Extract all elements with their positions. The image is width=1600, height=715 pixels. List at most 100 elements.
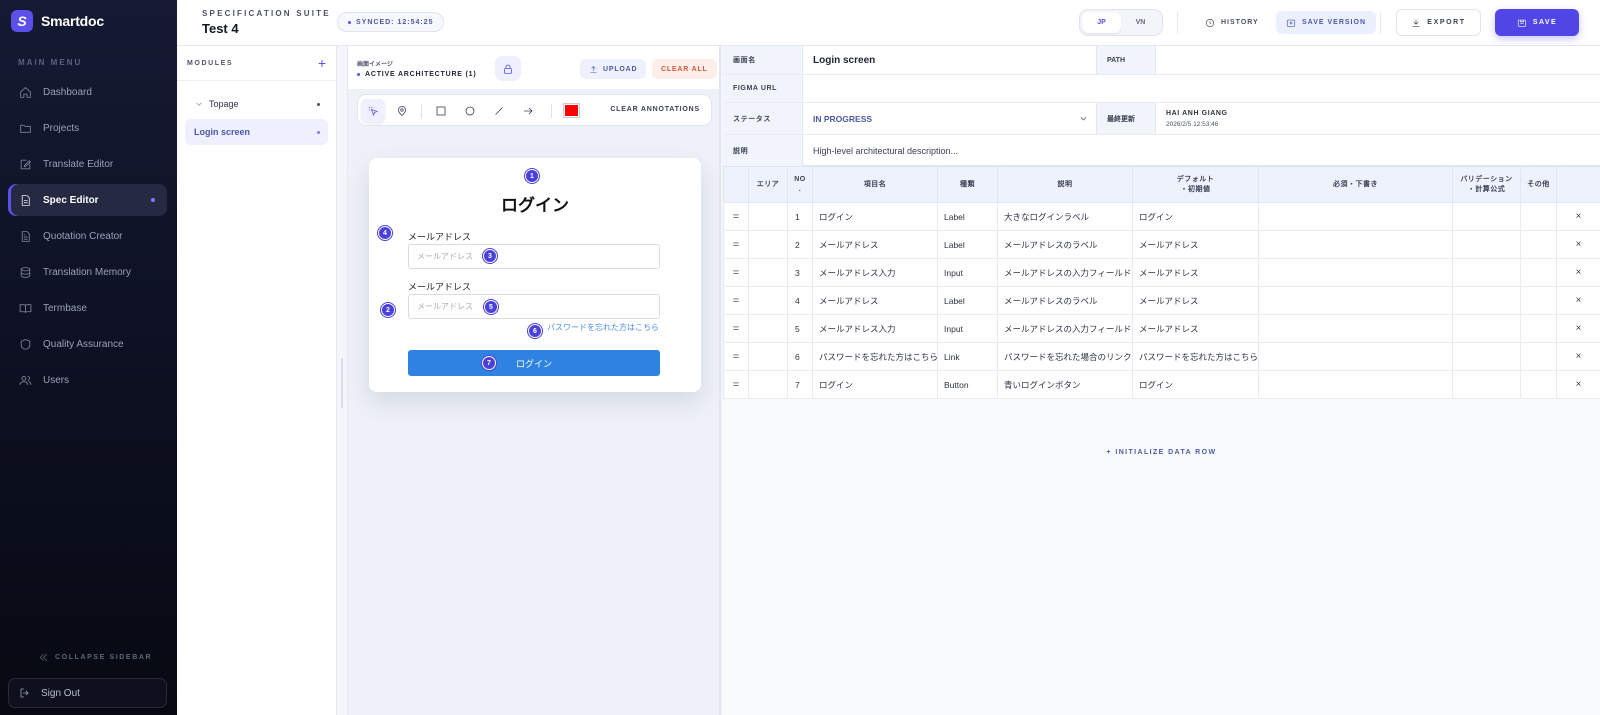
cell-required[interactable] — [1258, 314, 1453, 343]
cell-default[interactable]: ログイン — [1132, 202, 1259, 231]
clear-all-button[interactable]: CLEAR ALL — [652, 59, 717, 79]
cell-validation[interactable] — [1452, 286, 1521, 315]
drag-handle-icon[interactable]: = — [723, 258, 749, 287]
cell-type[interactable]: Input — [937, 258, 998, 287]
sidebar-item-quotation-creator[interactable]: Quotation Creator — [8, 220, 167, 252]
line-tool-button[interactable] — [487, 99, 511, 123]
cell-default[interactable]: メールアドレス — [1132, 230, 1259, 259]
annotation-marker[interactable]: 3 — [483, 249, 497, 263]
delete-row-button[interactable]: × — [1556, 314, 1600, 343]
cell-validation[interactable] — [1452, 342, 1521, 371]
drag-handle-icon[interactable]: = — [723, 314, 749, 343]
cell-description[interactable]: メールアドレスのラベル — [997, 286, 1133, 315]
cell-validation[interactable] — [1452, 230, 1521, 259]
save-button[interactable]: SAVE — [1495, 9, 1579, 36]
table-row[interactable]: = 2 メールアドレス Label メールアドレスのラベル メールアドレス × — [723, 230, 1600, 259]
cell-validation[interactable] — [1452, 202, 1521, 231]
delete-row-button[interactable]: × — [1556, 202, 1600, 231]
cell-description[interactable]: メールアドレスの入力フィールド — [997, 258, 1133, 287]
export-button[interactable]: EXPORT — [1396, 9, 1481, 36]
annotation-marker[interactable]: 7 — [482, 356, 496, 370]
cell-other[interactable] — [1520, 258, 1557, 287]
cell-item-name[interactable]: ログイン — [812, 370, 938, 399]
cell-default[interactable]: ログイン — [1132, 370, 1259, 399]
select-tool-button[interactable] — [361, 99, 385, 123]
sidebar-item-quality-assurance[interactable]: Quality Assurance — [8, 328, 167, 360]
table-row[interactable]: = 1 ログイン Label 大きなログインラベル ログイン × — [723, 202, 1600, 231]
cell-no[interactable]: 5 — [787, 314, 813, 343]
sidebar-item-spec-editor[interactable]: Spec Editor — [8, 184, 167, 216]
cell-area[interactable] — [748, 202, 788, 231]
status-select[interactable]: IN PROGRESS — [803, 103, 1096, 134]
cell-description[interactable]: パスワードを忘れた場合のリンク — [997, 342, 1133, 371]
sidebar-item-termbase[interactable]: Termbase — [8, 292, 167, 324]
cell-area[interactable] — [748, 342, 788, 371]
cell-type[interactable]: Label — [937, 286, 998, 315]
cell-area[interactable] — [748, 286, 788, 315]
cell-description[interactable]: 大きなログインラベル — [997, 202, 1133, 231]
cell-other[interactable] — [1520, 286, 1557, 315]
cell-area[interactable] — [748, 370, 788, 399]
cell-validation[interactable] — [1452, 258, 1521, 287]
cell-other[interactable] — [1520, 230, 1557, 259]
drag-handle-icon[interactable]: = — [723, 370, 749, 399]
path-field[interactable] — [1156, 46, 1600, 74]
cell-description[interactable]: メールアドレスのラベル — [997, 230, 1133, 259]
drag-handle-icon[interactable]: = — [723, 230, 749, 259]
lang-jp-button[interactable]: JP — [1082, 12, 1121, 33]
collapse-sidebar-button[interactable]: COLLAPSE SIDEBAR — [38, 652, 152, 663]
sidebar-item-users[interactable]: Users — [8, 364, 167, 396]
delete-row-button[interactable]: × — [1556, 230, 1600, 259]
table-row[interactable]: = 5 メールアドレス入力 Input メールアドレスの入力フィールド メールアドレス × — [723, 314, 1600, 343]
upload-button[interactable]: UPLOAD — [580, 59, 647, 79]
table-row[interactable]: = 3 メールアドレス入力 Input メールアドレスの入力フィールド メールアドレス × — [723, 258, 1600, 287]
cell-area[interactable] — [748, 258, 788, 287]
cell-other[interactable] — [1520, 314, 1557, 343]
cell-no[interactable]: 3 — [787, 258, 813, 287]
panel-resize-handle[interactable] — [341, 358, 343, 408]
delete-row-button[interactable]: × — [1556, 342, 1600, 371]
cell-no[interactable]: 7 — [787, 370, 813, 399]
rectangle-tool-button[interactable] — [429, 99, 453, 123]
cell-type[interactable]: Label — [937, 202, 998, 231]
cell-no[interactable]: 1 — [787, 202, 813, 231]
sign-out-button[interactable]: Sign Out — [8, 678, 167, 708]
cell-validation[interactable] — [1452, 370, 1521, 399]
delete-row-button[interactable]: × — [1556, 258, 1600, 287]
cell-description[interactable]: 青いログインボタン — [997, 370, 1133, 399]
drag-handle-icon[interactable]: = — [723, 202, 749, 231]
screen-name-field[interactable]: Login screen — [803, 46, 1096, 74]
cell-type[interactable]: Button — [937, 370, 998, 399]
add-module-button[interactable]: + — [318, 56, 326, 70]
sidebar-item-dashboard[interactable]: Dashboard — [8, 76, 167, 108]
drag-handle-icon[interactable]: = — [723, 342, 749, 371]
table-row[interactable]: = 6 パスワードを忘れた方はこちら Link パスワードを忘れた場合のリンク パスワード… — [723, 342, 1600, 371]
cell-item-name[interactable]: メールアドレス — [812, 230, 938, 259]
sidebar-item-translation-memory[interactable]: Translation Memory — [8, 256, 167, 288]
history-button[interactable]: HISTORY — [1195, 11, 1269, 34]
figma-url-field[interactable] — [803, 75, 1600, 102]
annotation-marker[interactable]: 4 — [378, 226, 392, 240]
cell-type[interactable]: Input — [937, 314, 998, 343]
arrow-tool-button[interactable] — [516, 99, 540, 123]
cell-no[interactable]: 4 — [787, 286, 813, 315]
cell-required[interactable] — [1258, 258, 1453, 287]
cell-no[interactable]: 6 — [787, 342, 813, 371]
cell-description[interactable]: メールアドレスの入力フィールド — [997, 314, 1133, 343]
cell-type[interactable]: Label — [937, 230, 998, 259]
cell-other[interactable] — [1520, 342, 1557, 371]
brand[interactable]: S Smartdoc — [11, 10, 104, 32]
module-item-login-screen[interactable]: Login screen — [185, 119, 328, 145]
cell-required[interactable] — [1258, 202, 1453, 231]
cell-no[interactable]: 2 — [787, 230, 813, 259]
cell-area[interactable] — [748, 314, 788, 343]
cell-required[interactable] — [1258, 342, 1453, 371]
sidebar-item-translate-editor[interactable]: Translate Editor — [8, 148, 167, 180]
annotation-marker[interactable]: 2 — [381, 303, 395, 317]
lock-button[interactable] — [495, 56, 521, 81]
cell-other[interactable] — [1520, 370, 1557, 399]
marker-tool-button[interactable] — [390, 99, 414, 123]
cell-required[interactable] — [1258, 370, 1453, 399]
cell-default[interactable]: パスワードを忘れた方はこちら — [1132, 342, 1259, 371]
cell-item-name[interactable]: ログイン — [812, 202, 938, 231]
